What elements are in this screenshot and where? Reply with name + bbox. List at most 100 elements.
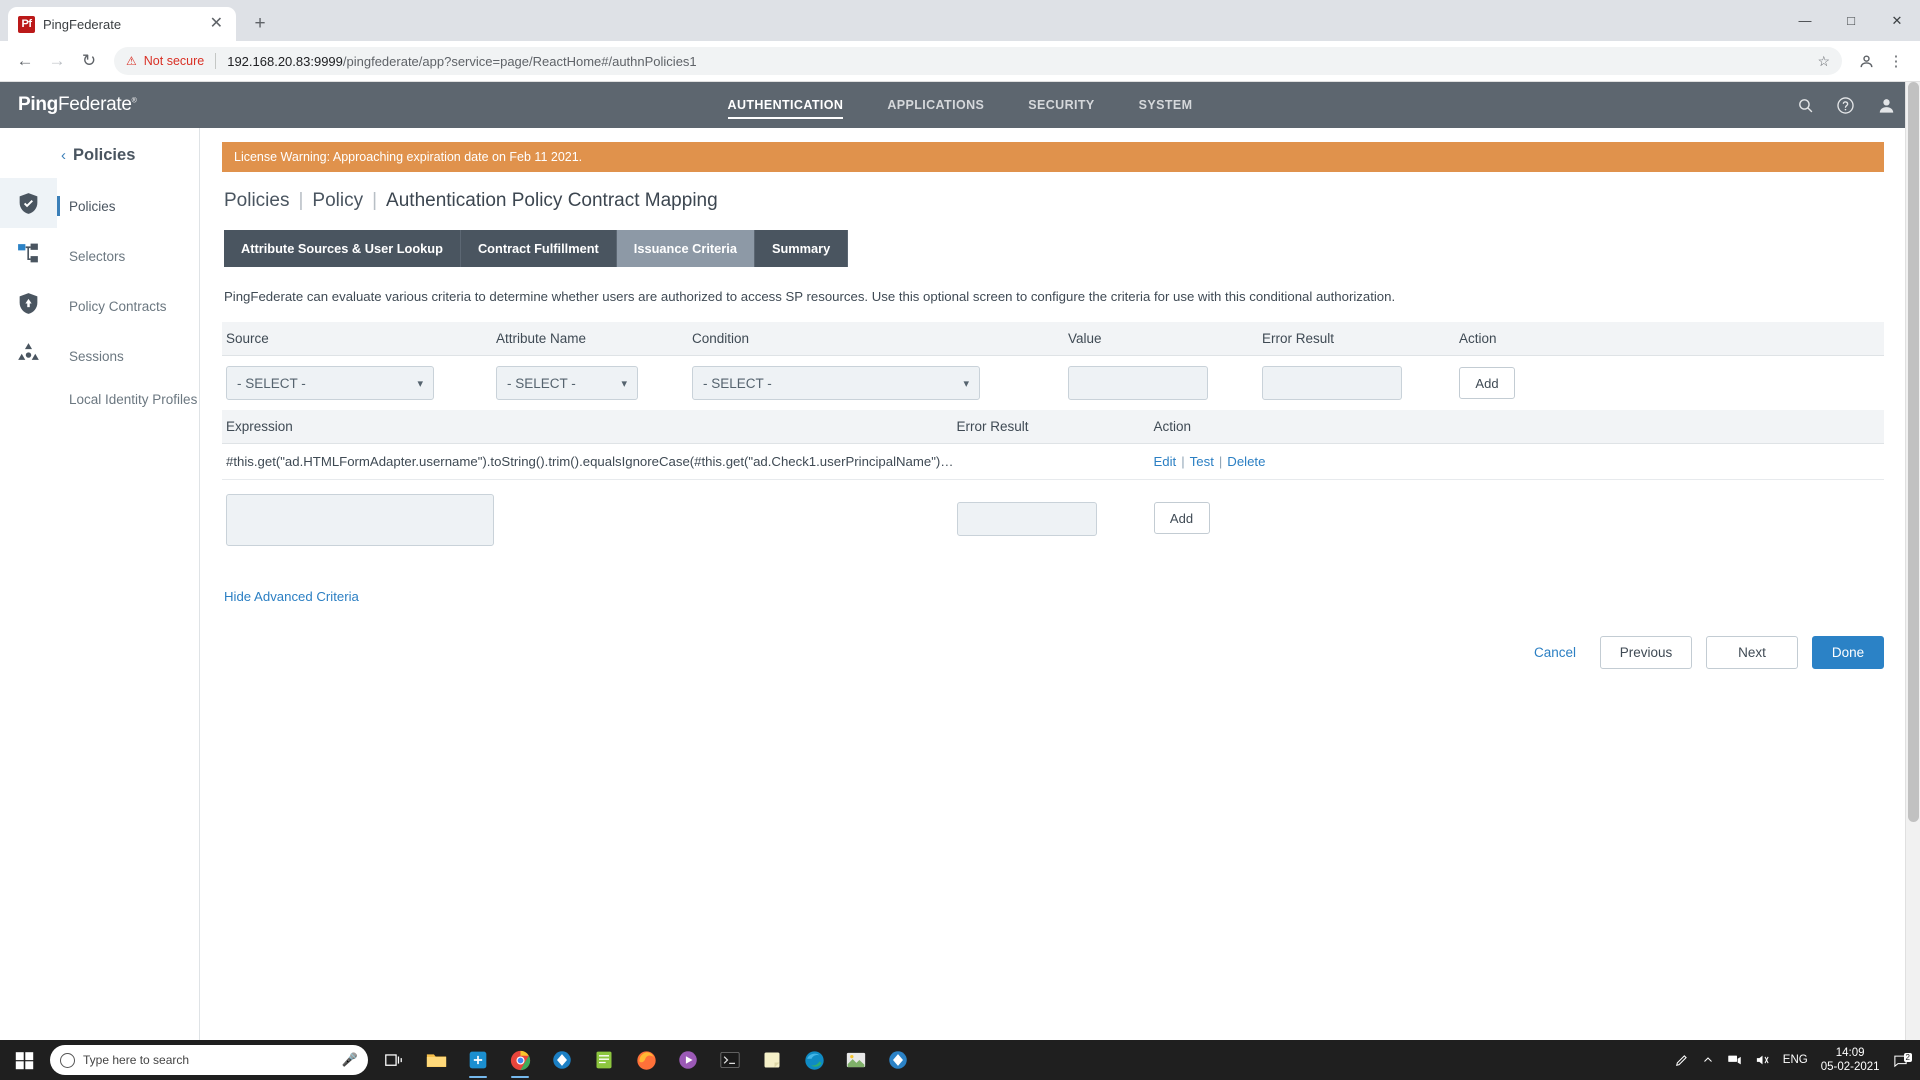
sidebar-item-selectors[interactable]: Selectors [57,231,199,281]
sidebar-item-policies[interactable]: Policies [57,181,199,231]
profile-icon[interactable] [1852,47,1880,75]
photos-icon[interactable] [836,1040,876,1080]
cell-action: Add [1459,367,1884,399]
volume-icon[interactable] [1755,1053,1770,1067]
maximize-button[interactable]: □ [1828,5,1874,37]
tab-attribute-sources[interactable]: Attribute Sources & User Lookup [224,230,461,267]
back-icon[interactable]: ← [10,46,40,76]
expression-error-result-input[interactable] [956,502,1097,536]
next-button[interactable]: Next [1706,636,1798,669]
nav-applications[interactable]: APPLICATIONS [887,82,984,128]
sidebar-item-local-identity-profiles[interactable]: Local Identity Profiles [57,381,199,419]
pen-icon[interactable] [1675,1053,1689,1067]
nav-security[interactable]: SECURITY [1028,82,1094,128]
test-expression-link[interactable]: Test [1190,454,1214,469]
pingfederate-blue-icon[interactable] [542,1040,582,1080]
omnibox-divider [215,53,217,69]
cell-new-expr-error-result [956,494,1154,536]
window-controls: — □ ✕ [1782,0,1920,41]
column-header-condition: Condition [692,331,750,346]
column-header-expression: Expression [226,419,293,434]
rail-item-sessions[interactable] [0,328,57,378]
breadcrumb-policies[interactable]: Policies [224,190,289,212]
search-icon[interactable] [1797,97,1814,114]
add-expression-button[interactable]: Add [1153,502,1210,534]
app-blue-icon[interactable] [458,1040,498,1080]
windows-start-icon[interactable] [0,1040,48,1080]
chevron-down-icon: ▾ [963,377,969,390]
action-separator: | [1218,454,1223,469]
tab-summary[interactable]: Summary [754,230,849,267]
task-view-icon[interactable] [374,1040,414,1080]
address-bar[interactable]: ⚠ Not secure 192.168.20.83:9999/pingfede… [114,47,1842,75]
show-hidden-icons-icon[interactable] [1702,1054,1714,1066]
rail-item-selectors[interactable] [0,228,57,278]
minimize-button[interactable]: — [1782,5,1828,37]
notification-icon[interactable]: 2 [1893,1052,1912,1068]
window-close-button[interactable]: ✕ [1874,5,1920,37]
notepadpp-icon[interactable] [584,1040,624,1080]
expression-textarea[interactable] [226,494,494,546]
user-account-icon[interactable] [1877,96,1896,115]
cell-new-expression [224,494,957,551]
browser-tab-strip: Pf PingFederate ✕ + — □ ✕ [0,0,1920,41]
sidebar-back-policies[interactable]: ‹ Policies [57,140,199,181]
chrome-icon[interactable] [500,1040,540,1080]
browser-window: Pf PingFederate ✕ + — □ ✕ ← → ↻ ⚠ Not se… [0,0,1920,1080]
rail-item-policies[interactable] [0,178,57,228]
language-indicator[interactable]: ENG [1783,1054,1808,1066]
source-select[interactable]: - SELECT - ▾ [226,366,434,400]
rail-item-policy-contracts[interactable] [0,278,57,328]
bookmark-star-icon[interactable]: ☆ [1817,53,1830,70]
edge-icon[interactable] [794,1040,834,1080]
condition-select[interactable]: - SELECT - ▾ [692,366,980,400]
taskbar-search-input[interactable]: Type here to search 🎤 [50,1045,368,1075]
action-separator: | [1181,454,1185,469]
page-scrollbar[interactable] [1905,82,1920,1040]
delete-expression-link[interactable]: Delete [1227,454,1265,469]
ping-app-icon[interactable] [878,1040,918,1080]
web-page: PingFederate® AUTHENTICATION APPLICATION… [0,82,1920,1040]
close-icon[interactable]: ✕ [207,16,226,32]
sidebar-item-policy-contracts[interactable]: Policy Contracts [57,281,199,331]
cell-value [1068,366,1262,400]
browser-tab[interactable]: Pf PingFederate ✕ [8,7,236,41]
previous-button[interactable]: Previous [1600,636,1692,669]
tab-issuance-criteria[interactable]: Issuance Criteria [616,230,755,267]
error-result-input[interactable] [1262,366,1402,400]
breadcrumb-policy[interactable]: Policy [312,190,363,212]
url-text: 192.168.20.83:9999/pingfederate/app?serv… [227,54,696,69]
media-app-icon[interactable] [668,1040,708,1080]
wizard-tabs: Attribute Sources & User Lookup Contract… [222,230,1884,267]
cancel-button[interactable]: Cancel [1524,645,1586,660]
taskbar-clock[interactable]: 14:09 05-02-2021 [1821,1046,1880,1075]
tab-contract-fulfillment[interactable]: Contract Fulfillment [460,230,617,267]
nav-authentication[interactable]: AUTHENTICATION [727,82,844,128]
chevron-down-icon: ▾ [621,377,627,390]
nav-system[interactable]: SYSTEM [1139,82,1193,128]
sticky-notes-icon[interactable] [752,1040,792,1080]
attribute-name-select[interactable]: - SELECT - ▾ [496,366,638,400]
file-explorer-icon[interactable] [416,1040,456,1080]
scrollbar-thumb[interactable] [1908,82,1919,822]
system-tray: ENG 14:09 05-02-2021 2 [1675,1046,1920,1075]
network-icon[interactable] [1727,1053,1742,1067]
license-warning-banner: License Warning: Approaching expiration … [222,142,1884,172]
value-input[interactable] [1068,366,1208,400]
done-button[interactable]: Done [1812,636,1884,669]
microphone-icon[interactable]: 🎤 [342,1052,358,1068]
add-criteria-button[interactable]: Add [1459,367,1515,399]
firefox-icon[interactable] [626,1040,666,1080]
help-icon[interactable] [1836,96,1855,115]
reload-icon[interactable]: ↻ [74,46,104,76]
forward-icon[interactable]: → [42,46,72,76]
kebab-menu-icon[interactable]: ⋮ [1882,47,1910,75]
edit-expression-link[interactable]: Edit [1154,454,1177,469]
column-header-action: Action [1459,331,1497,346]
cell-condition: - SELECT - ▾ [692,366,1068,400]
terminal-icon[interactable] [710,1040,750,1080]
sidebar-item-sessions[interactable]: Sessions [57,331,199,381]
column-header-error-result: Error Result [1262,331,1335,346]
hide-advanced-criteria-link[interactable]: Hide Advanced Criteria [222,589,359,604]
new-tab-button[interactable]: + [246,10,274,38]
